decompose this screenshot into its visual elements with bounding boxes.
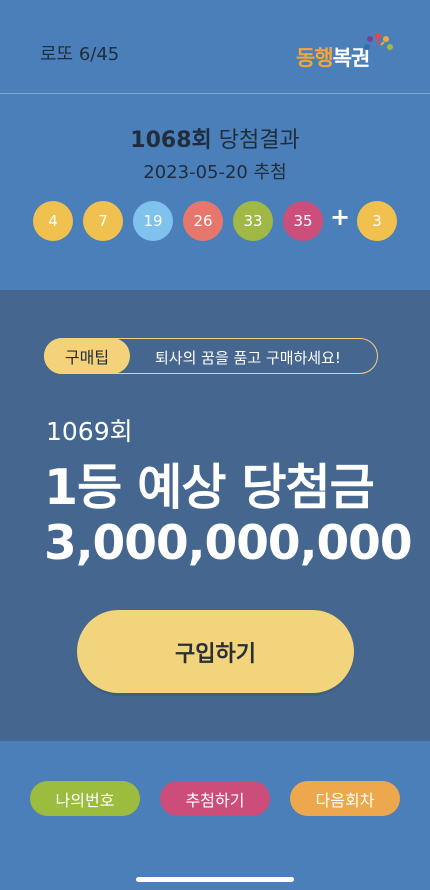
- next-round: 1069회: [46, 417, 133, 446]
- tip-text: 퇴사의 꿈을 품고 구매하세요!: [155, 349, 341, 367]
- number-ball: 7: [83, 201, 123, 241]
- bonus-ball: 3: [357, 201, 397, 241]
- home-indicator[interactable]: [136, 877, 294, 882]
- number-ball: 19: [133, 201, 173, 241]
- number-ball: 33: [233, 201, 273, 241]
- result-section: 1068회 당첨결과 2023-05-20 추첨 4 7 19 26 33 35…: [0, 95, 430, 290]
- result-title: 1068회 당첨결과: [0, 122, 430, 154]
- number-ball: 35: [283, 201, 323, 241]
- bottom-actions: 나의번호 추첨하기 다음회차: [0, 741, 430, 890]
- sparkle-icon: [364, 33, 393, 50]
- draw-date: 2023-05-20 추첨: [143, 162, 287, 183]
- number-ball: 26: [183, 201, 223, 241]
- jackpot-amount: 3,000,000,000: [44, 516, 413, 571]
- my-numbers-button[interactable]: 나의번호: [30, 781, 140, 816]
- winning-numbers: 4 7 19 26 33 35 + 3: [33, 201, 403, 241]
- tip-badge: 구매팁: [44, 338, 130, 374]
- jackpot-panel: 구매팁 퇴사의 꿈을 품고 구매하세요! 1069회 1등 예상 당첨금 3,0…: [0, 290, 430, 741]
- purchase-tip: 구매팁 퇴사의 꿈을 품고 구매하세요!: [44, 338, 378, 374]
- result-round: 1068회: [130, 128, 212, 153]
- result-title-suffix: 당첨결과: [218, 128, 300, 153]
- brand-part1: 동행: [296, 46, 334, 70]
- plus-icon: +: [330, 203, 351, 231]
- game-label: 로또 6/45: [40, 44, 120, 65]
- next-round-button[interactable]: 다음회차: [290, 781, 400, 816]
- draw-button[interactable]: 추첨하기: [160, 781, 270, 816]
- brand-logo[interactable]: 동행복권: [296, 30, 396, 76]
- buy-button[interactable]: 구입하기: [77, 610, 354, 693]
- jackpot-headline: 1등 예상 당첨금: [44, 459, 375, 516]
- number-ball: 4: [33, 201, 73, 241]
- app-header: 로또 6/45 동행복권: [0, 0, 430, 94]
